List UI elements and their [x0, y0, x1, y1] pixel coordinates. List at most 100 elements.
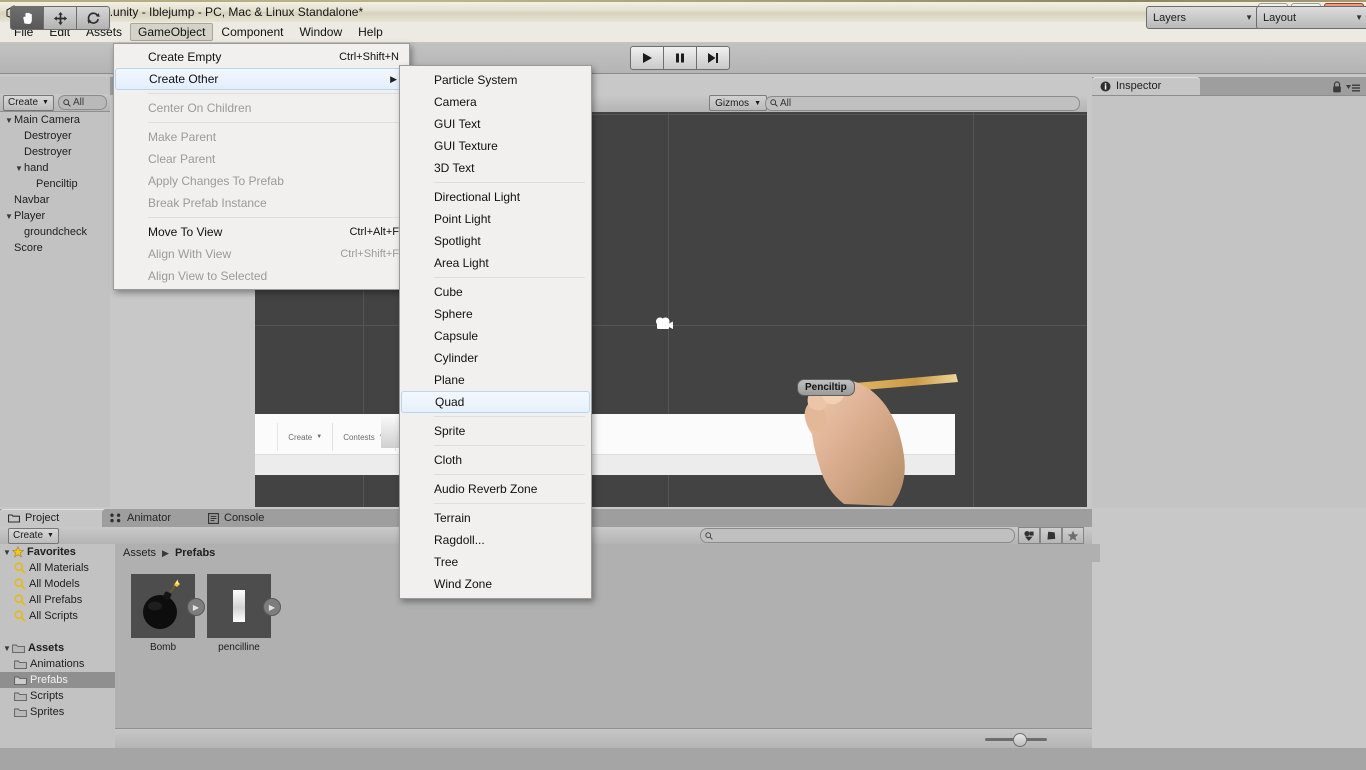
gizmos-dropdown[interactable]: Gizmos ▼ — [709, 95, 767, 111]
project-tree-prefabs[interactable]: Prefabs — [0, 672, 129, 688]
hierarchy-item-hand[interactable]: ▼ hand — [0, 160, 110, 176]
submenu-item-audio-reverb-zone[interactable]: Audio Reverb Zone — [400, 478, 591, 500]
project-tree-assets[interactable]: ▼ Assets — [0, 640, 115, 656]
expand-triangle-icon[interactable]: ▼ — [4, 212, 14, 221]
filter-by-label-icon[interactable] — [1040, 527, 1062, 544]
submenu-item-cube[interactable]: Cube — [400, 281, 591, 303]
hand-tool-button[interactable] — [10, 6, 44, 30]
submenu-item-terrain[interactable]: Terrain — [400, 507, 591, 529]
asset-thumbnail-bomb[interactable]: ▶ — [131, 574, 205, 638]
submenu-item-particle-system[interactable]: Particle System — [400, 69, 591, 91]
hierarchy-item-navbar[interactable]: Navbar — [0, 192, 110, 208]
menu-item-create-empty[interactable]: Create Empty Ctrl+Shift+N — [114, 46, 409, 68]
project-tree-scripts[interactable]: Scripts — [0, 688, 115, 704]
hierarchy-item-destroyer-2[interactable]: Destroyer — [0, 144, 110, 160]
rotate-tool-button[interactable] — [77, 6, 110, 30]
hierarchy-item-groundcheck[interactable]: groundcheck — [0, 224, 110, 240]
asset-thumbnail-pencilline[interactable]: ▶ — [207, 574, 281, 638]
layout-dropdown[interactable]: Layout ▼ — [1256, 6, 1366, 29]
pencilline-thumb-shape — [233, 590, 245, 622]
tab-inspector[interactable]: Inspector — [1092, 77, 1200, 95]
project-tree-all-models[interactable]: All Models — [0, 576, 115, 592]
tab-project[interactable]: Project — [0, 509, 114, 527]
asset-tile-pencilline[interactable]: ▶ pencilline — [207, 574, 281, 653]
favorite-star-icon[interactable] — [1062, 527, 1084, 544]
project-tree-all-scripts[interactable]: All Scripts — [0, 608, 115, 624]
tab-animator[interactable]: Animator — [102, 509, 204, 527]
step-button[interactable] — [697, 46, 730, 70]
submenu-item-spotlight[interactable]: Spotlight — [400, 230, 591, 252]
menu-component[interactable]: Component — [213, 23, 291, 41]
submenu-item-label: Particle System — [434, 73, 518, 87]
scene-search-input[interactable]: All — [765, 95, 1080, 111]
hierarchy-item-destroyer-1[interactable]: Destroyer — [0, 128, 110, 144]
move-tool-button[interactable] — [44, 6, 77, 30]
filter-by-type-icon[interactable] — [1018, 527, 1040, 544]
submenu-item-label: Audio Reverb Zone — [434, 482, 538, 496]
layout-label: Layout — [1263, 11, 1297, 24]
menu-item-create-other[interactable]: Create Other ▶ — [115, 68, 408, 90]
tab-console[interactable]: Console — [200, 509, 296, 527]
hierarchy-item-label: Destroyer — [24, 130, 72, 142]
asset-expand-arrow-icon[interactable]: ▶ — [263, 598, 281, 616]
expand-triangle-icon[interactable]: ▼ — [4, 116, 14, 125]
project-tree-label: Animations — [30, 658, 85, 670]
project-tree-all-materials[interactable]: All Materials — [0, 560, 115, 576]
penciltip-scene-label[interactable]: Penciltip — [797, 379, 855, 396]
submenu-item-capsule[interactable]: Capsule — [400, 325, 591, 347]
project-tree-label: Favorites — [27, 546, 76, 558]
submenu-item-cylinder[interactable]: Cylinder — [400, 347, 591, 369]
submenu-item-point-light[interactable]: Point Light — [400, 208, 591, 230]
hierarchy-item-player[interactable]: ▼ Player — [0, 208, 110, 224]
asset-zoom-slider[interactable] — [985, 733, 1047, 747]
hierarchy-search-input[interactable]: All — [57, 95, 107, 110]
hierarchy-item-score[interactable]: Score — [0, 240, 110, 256]
expand-triangle-icon[interactable]: ▼ — [2, 644, 12, 653]
submenu-item-gui-texture[interactable]: GUI Texture — [400, 135, 591, 157]
hierarchy-item-penciltip[interactable]: Penciltip — [0, 176, 110, 192]
expand-triangle-icon[interactable]: ▼ — [14, 164, 24, 173]
project-tree-label: All Scripts — [29, 610, 78, 622]
folder-icon — [14, 675, 27, 686]
hierarchy-item-main-camera[interactable]: ▼ Main Camera — [0, 112, 110, 128]
submenu-item-directional-light[interactable]: Directional Light — [400, 186, 591, 208]
project-tree-animations[interactable]: Animations — [0, 656, 115, 672]
camera-gizmo-icon[interactable] — [653, 315, 675, 340]
submenu-item-camera[interactable]: Camera — [400, 91, 591, 113]
submenu-item-quad[interactable]: Quad — [401, 391, 590, 413]
pause-button[interactable] — [664, 46, 697, 70]
menu-help[interactable]: Help — [350, 23, 391, 41]
pencilline-sprite[interactable] — [381, 414, 400, 448]
submenu-item-wind-zone[interactable]: Wind Zone — [400, 573, 591, 595]
submenu-item-cloth[interactable]: Cloth — [400, 449, 591, 471]
hierarchy-create-button[interactable]: Create ▼ — [3, 94, 54, 111]
project-search-input[interactable] — [700, 528, 1015, 543]
menu-item-move-to-view[interactable]: Move To View Ctrl+Alt+F — [114, 221, 409, 243]
submenu-item-tree[interactable]: Tree — [400, 551, 591, 573]
layers-dropdown[interactable]: Layers ▼ — [1146, 6, 1260, 29]
project-tree-all-prefabs[interactable]: All Prefabs — [0, 592, 115, 608]
menu-item-label: Center On Children — [148, 101, 252, 115]
submenu-separator — [434, 182, 585, 183]
menu-gameobject[interactable]: GameObject — [130, 23, 214, 41]
submenu-item-sphere[interactable]: Sphere — [400, 303, 591, 325]
slider-knob[interactable] — [1013, 733, 1027, 747]
bottom-status-strip — [0, 748, 1366, 770]
submenu-item-ragdoll[interactable]: Ragdoll... — [400, 529, 591, 551]
project-tree-sprites[interactable]: Sprites — [0, 704, 115, 720]
submenu-item-sprite[interactable]: Sprite — [400, 420, 591, 442]
submenu-item-plane[interactable]: Plane — [400, 369, 591, 391]
asset-tile-bomb[interactable]: ▶ Bomb — [131, 574, 205, 653]
submenu-item-area-light[interactable]: Area Light — [400, 252, 591, 274]
submenu-item-3d-text[interactable]: 3D Text — [400, 157, 591, 179]
menu-window[interactable]: Window — [291, 23, 350, 41]
breadcrumb-assets[interactable]: Assets — [123, 547, 156, 559]
chevron-down-icon: ▼ — [47, 532, 54, 539]
expand-triangle-icon[interactable]: ▼ — [2, 548, 12, 557]
project-tree-favorites[interactable]: ▼ Favorites — [0, 544, 115, 560]
submenu-item-gui-text[interactable]: GUI Text — [400, 113, 591, 135]
asset-expand-arrow-icon[interactable]: ▶ — [187, 598, 205, 616]
play-button[interactable] — [630, 46, 664, 70]
project-create-button[interactable]: Create ▼ — [8, 527, 59, 544]
menu-separator — [148, 122, 403, 123]
